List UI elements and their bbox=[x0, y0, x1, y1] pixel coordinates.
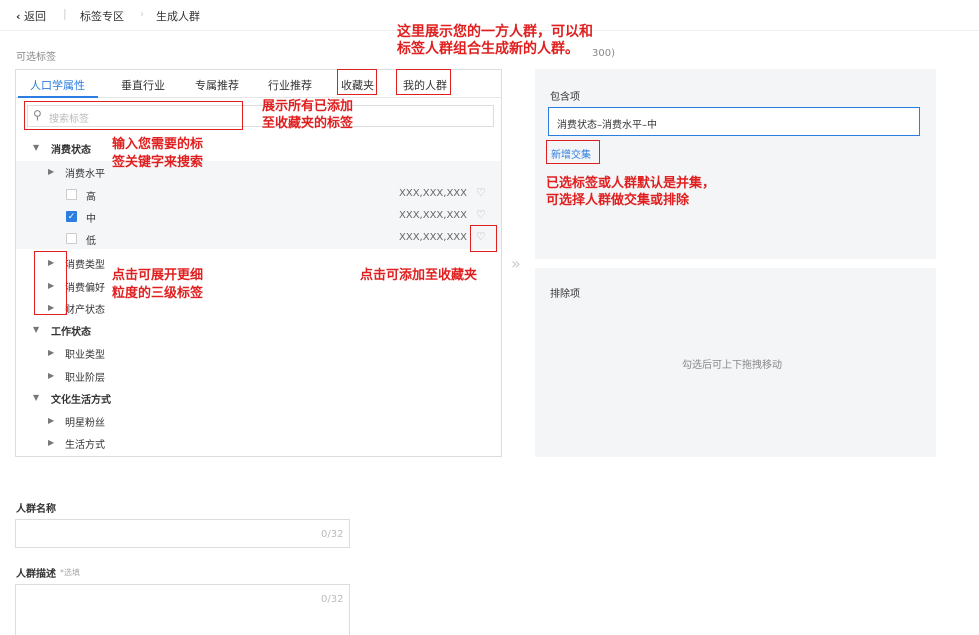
annotation-favorites: 展示所有已添加 至收藏夹的标签 bbox=[262, 99, 354, 131]
tree-node-consumption-level[interactable]: 消费水平 bbox=[65, 165, 105, 180]
audience-name-label: 人群名称 bbox=[16, 504, 56, 515]
annotation-box-intersection bbox=[546, 140, 600, 164]
annotation-add-favorite: 点击可添加至收藏夹 bbox=[360, 268, 478, 283]
tree-node-job-level[interactable]: 职业阶层 bbox=[65, 369, 105, 384]
annotation-box-favorites bbox=[337, 69, 377, 95]
tab-demographics[interactable]: 人口学属性 bbox=[30, 77, 85, 93]
annotation-box-expand bbox=[34, 251, 67, 315]
section-title: 可选标签 bbox=[16, 52, 56, 63]
tree-node-star-fans[interactable]: 明星粉丝 bbox=[65, 414, 105, 429]
chevron-left-icon: ‹ bbox=[16, 10, 21, 23]
checkbox-low[interactable] bbox=[66, 233, 77, 244]
name-counter: 0/32 bbox=[321, 529, 344, 540]
annotation-search: 输入您需要的标 签关键字来搜索 bbox=[112, 137, 204, 170]
include-value: 消费状态–消费水平–中 bbox=[557, 120, 657, 131]
tree-node-consumption-type[interactable]: 消费类型 bbox=[65, 256, 105, 271]
audience-desc-textarea[interactable] bbox=[15, 584, 350, 635]
annotation-expand: 点击可展开更细 粒度的三级标签 bbox=[112, 268, 204, 301]
option-label-high: 高 bbox=[86, 192, 96, 203]
breadcrumb-sep-icon: › bbox=[140, 9, 144, 20]
include-title: 包含项 bbox=[550, 92, 580, 103]
checkbox-high[interactable] bbox=[66, 189, 77, 200]
tree-node-lifestyle[interactable]: 生活方式 bbox=[65, 436, 105, 451]
breadcrumb-current: 生成人群 bbox=[156, 10, 200, 23]
heart-icon[interactable]: ♡ bbox=[476, 186, 486, 199]
annotation-box-search bbox=[24, 101, 243, 130]
expand-icon[interactable]: ▶ bbox=[48, 438, 54, 447]
back-button[interactable]: ‹ 返回 bbox=[16, 8, 46, 24]
expand-icon[interactable]: ▶ bbox=[48, 371, 54, 380]
option-count-high: XXX,XXX,XXX bbox=[399, 188, 468, 199]
option-label-medium: 中 bbox=[86, 214, 96, 225]
option-count-medium: XXX,XXX,XXX bbox=[399, 210, 468, 221]
tab-active-indicator bbox=[18, 96, 98, 98]
audience-desc-label: 人群描述 bbox=[16, 569, 56, 580]
heart-icon[interactable]: ♡ bbox=[476, 208, 486, 221]
tree-node-asset-status[interactable]: 财产状态 bbox=[65, 301, 105, 316]
exclude-hint: 勾选后可上下拖拽移动 bbox=[682, 360, 782, 371]
option-label-low: 低 bbox=[86, 236, 96, 247]
audience-name-input[interactable] bbox=[15, 519, 350, 548]
annotation-box-heart bbox=[470, 225, 497, 252]
exclude-title: 排除项 bbox=[550, 289, 580, 300]
tree-node-culture-lifestyle[interactable]: 文化生活方式 bbox=[51, 391, 111, 406]
tab-exclusive[interactable]: 专属推荐 bbox=[195, 77, 239, 93]
desc-optional-hint: *选填 bbox=[60, 568, 80, 577]
checkbox-medium[interactable]: ✓ bbox=[66, 211, 77, 222]
annotation-box-my-audiences bbox=[396, 69, 451, 95]
annotation-union: 已选标签或人群默认是并集， 可选择人群做交集或排除 bbox=[546, 176, 716, 208]
tree-node-consumption-status[interactable]: 消费状态 bbox=[51, 141, 91, 156]
tree-node-consumption-pref[interactable]: 消费偏好 bbox=[65, 279, 105, 294]
divider: | bbox=[63, 7, 67, 20]
desc-counter: 0/32 bbox=[321, 594, 344, 605]
tab-vertical-industry[interactable]: 垂直行业 bbox=[121, 77, 165, 93]
tab-industry-recommend[interactable]: 行业推荐 bbox=[268, 77, 312, 93]
selected-count: 300) bbox=[592, 48, 615, 59]
collapse-icon[interactable]: ▼ bbox=[33, 393, 39, 402]
breadcrumb-tag-zone[interactable]: 标签专区 bbox=[80, 8, 124, 24]
annotation-first-party: 这里展示您的一方人群，可以和 标签人群组合生成新的人群。 bbox=[397, 24, 593, 57]
collapse-icon[interactable]: ▼ bbox=[33, 325, 39, 334]
expand-icon[interactable]: ▶ bbox=[48, 416, 54, 425]
tree-node-job-type[interactable]: 职业类型 bbox=[65, 346, 105, 361]
expand-icon[interactable]: ▶ bbox=[48, 167, 54, 176]
include-panel bbox=[535, 69, 936, 259]
expand-icon[interactable]: ▶ bbox=[48, 348, 54, 357]
chevron-right-icon: » bbox=[511, 254, 521, 273]
tree-node-work-status[interactable]: 工作状态 bbox=[51, 323, 91, 338]
collapse-icon[interactable]: ▼ bbox=[33, 143, 39, 152]
option-count-low: XXX,XXX,XXX bbox=[399, 232, 468, 243]
